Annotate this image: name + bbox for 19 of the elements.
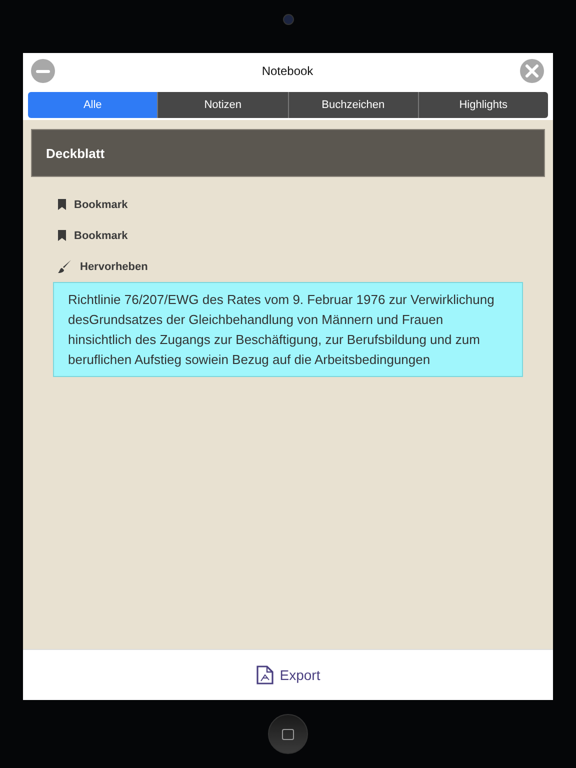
item-label[interactable]: Hervorheben [80, 260, 148, 272]
section-header: Deckblatt [31, 129, 545, 177]
pdf-file-icon [256, 665, 274, 685]
camera-dot [282, 14, 294, 25]
tab[interactable]: Alle [28, 92, 158, 118]
bookmark-icon [58, 199, 66, 210]
export-button[interactable]: Export [250, 664, 326, 686]
tab[interactable]: Buchzeichen [288, 92, 418, 118]
highlight-note: Richtlinie 76/207/EWG des Rates vom 9. Februar 1976 zur Verwirklichung desGrundsatzes der Gleichbehandlung von Männern und Frauen hinsichtlich des Zugangs zur Beschäftigung, zur Berufsbildung und zum beruflichen Aufstieg sowiein Bezug auf die Arbeitsbedingungen [53, 282, 523, 377]
close-icon[interactable] [520, 59, 544, 83]
item-label[interactable]: Bookmark [74, 230, 128, 242]
brush-icon [58, 260, 72, 274]
window-title: Notebook [262, 64, 314, 78]
tab[interactable]: Highlights [418, 92, 548, 118]
tab[interactable]: Notizen [157, 92, 288, 118]
bookmark-icon [58, 230, 66, 241]
minus-icon[interactable] [31, 59, 55, 83]
item-label[interactable]: Bookmark [74, 198, 128, 210]
home-button[interactable] [268, 714, 308, 754]
